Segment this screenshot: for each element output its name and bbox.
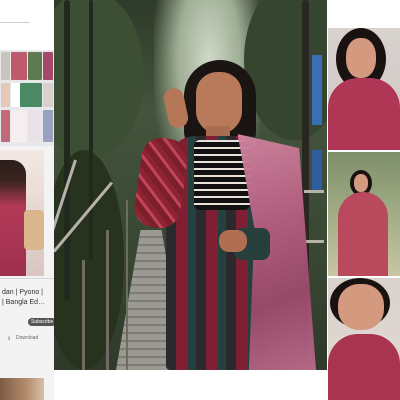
grid-tile[interactable] (11, 110, 27, 142)
blue-banner (312, 150, 322, 190)
grid-tile[interactable] (28, 52, 42, 80)
video-thumbnail-sofa (24, 210, 44, 250)
portrait-photo (54, 0, 327, 370)
right-thumbnail-column (327, 0, 400, 400)
railing (304, 190, 324, 193)
tree-trunk (89, 0, 93, 260)
grid-tile[interactable] (11, 52, 27, 80)
thumbnail-person-face (354, 174, 368, 192)
thumbnail-3[interactable] (328, 278, 400, 400)
thumbnail-person-face (346, 38, 376, 78)
thumbnail-person-face (338, 284, 384, 330)
thumbnail-person-dress (338, 192, 388, 276)
railing-post (106, 230, 109, 370)
thumbnail-1[interactable] (328, 28, 400, 150)
divider-line (0, 22, 30, 23)
person-face (196, 72, 242, 134)
thumbnail-person-dress (328, 334, 400, 400)
grid-tile[interactable] (1, 83, 10, 107)
video-thumbnail-bottom[interactable] (0, 378, 44, 400)
railing-post (82, 260, 85, 370)
subscribe-button[interactable]: Subscribe (28, 318, 54, 326)
grid-tile[interactable] (20, 83, 42, 107)
grid-tile[interactable] (1, 110, 10, 142)
person-hand-right (219, 230, 247, 252)
railing-post (126, 200, 128, 370)
photo-bottom-bar (54, 370, 327, 400)
thumbnail-grid[interactable] (0, 50, 54, 146)
download-button-label[interactable]: Download (16, 335, 38, 341)
left-header-area (0, 0, 54, 50)
grid-tile[interactable] (43, 110, 53, 142)
railing (304, 240, 324, 243)
video-title[interactable]: dan | Pyono | | Bangla Ed… (2, 288, 45, 308)
left-partial-window: dan | Pyono | | Bangla Ed… Subscribe ⭳ D… (0, 0, 54, 400)
thumbnail-2[interactable] (328, 152, 400, 276)
tree-trunk (64, 0, 70, 300)
divider-line (0, 278, 54, 279)
download-icon[interactable]: ⭳ (8, 334, 10, 344)
grid-tile[interactable] (28, 110, 42, 142)
grid-tile[interactable] (43, 52, 53, 80)
grid-tile[interactable] (1, 52, 10, 80)
grid-tile[interactable] (43, 83, 53, 107)
blue-banner (312, 55, 322, 125)
video-thumbnail-person (0, 160, 26, 276)
thumbnail-person-dress (328, 78, 400, 150)
